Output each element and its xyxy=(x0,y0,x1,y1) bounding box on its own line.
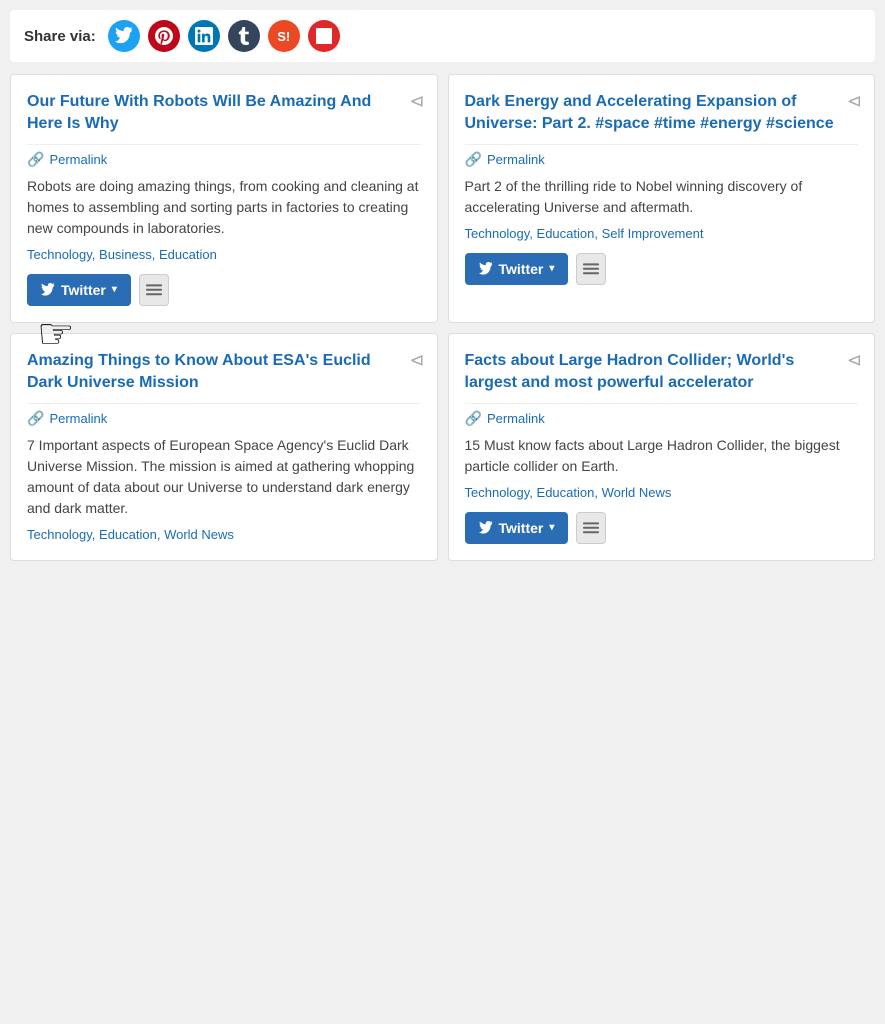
card-1-bookmark-icon[interactable]: ⊲ xyxy=(409,91,424,112)
permalink-1-icon: 🔗 xyxy=(27,151,44,168)
card-4-description: 15 Must know facts about Large Hadron Co… xyxy=(465,435,859,477)
card-2-bookmark-icon[interactable]: ⊲ xyxy=(847,91,862,112)
card-4-twitter-dropdown: ▾ xyxy=(549,522,554,533)
share-pinterest-icon[interactable] xyxy=(148,20,180,52)
card-2-footer: Twitter ▾ xyxy=(465,253,859,285)
card-4-twitter-button[interactable]: Twitter ▾ xyxy=(465,512,569,544)
card-2-twitter-dropdown: ▾ xyxy=(549,263,554,274)
card-2: Dark Energy and Accelerating Expansion o… xyxy=(448,74,876,323)
permalink-2-icon: 🔗 xyxy=(465,151,482,168)
card-1-permalink[interactable]: 🔗 Permalink xyxy=(27,144,421,168)
permalink-4-icon: 🔗 xyxy=(465,410,482,427)
card-1-tags[interactable]: Technology, Business, Education xyxy=(27,247,421,262)
card-4-footer: Twitter ▾ xyxy=(465,512,859,544)
card-4-title[interactable]: Facts about Large Hadron Collider; World… xyxy=(465,350,859,395)
permalink-3-icon: 🔗 xyxy=(27,410,44,427)
card-2-description: Part 2 of the thrilling ride to Nobel wi… xyxy=(465,176,859,218)
share-flipboard-icon[interactable] xyxy=(308,20,340,52)
card-2-twitter-button[interactable]: Twitter ▾ xyxy=(465,253,569,285)
card-1: Our Future With Robots Will Be Amazing A… xyxy=(10,74,438,323)
card-1-title[interactable]: Our Future With Robots Will Be Amazing A… xyxy=(27,91,421,136)
card-4-permalink[interactable]: 🔗 Permalink xyxy=(465,403,859,427)
share-bar: Share via: S! xyxy=(10,10,875,62)
card-2-more-button[interactable] xyxy=(576,253,606,285)
card-1-footer: Twitter ▾ ☞ xyxy=(27,274,421,306)
cards-grid: Our Future With Robots Will Be Amazing A… xyxy=(10,74,875,561)
card-1-twitter-button[interactable]: Twitter ▾ xyxy=(27,274,131,306)
card-1-twitter-dropdown: ▾ xyxy=(112,284,117,295)
card-3: Amazing Things to Know About ESA's Eucli… xyxy=(10,333,438,561)
card-3-title[interactable]: Amazing Things to Know About ESA's Eucli… xyxy=(27,350,421,395)
card-4-more-button[interactable] xyxy=(576,512,606,544)
card-3-bookmark-icon[interactable]: ⊲ xyxy=(409,350,424,371)
share-label: Share via: xyxy=(24,28,96,45)
card-2-title[interactable]: Dark Energy and Accelerating Expansion o… xyxy=(465,91,859,136)
share-linkedin-icon[interactable] xyxy=(188,20,220,52)
card-4-tags[interactable]: Technology, Education, World News xyxy=(465,485,859,500)
card-4: Facts about Large Hadron Collider; World… xyxy=(448,333,876,561)
share-stumble-icon[interactable]: S! xyxy=(268,20,300,52)
card-3-tags[interactable]: Technology, Education, World News xyxy=(27,527,421,542)
card-1-description: Robots are doing amazing things, from co… xyxy=(27,176,421,239)
card-2-tags[interactable]: Technology, Education, Self Improvement xyxy=(465,226,859,241)
card-2-permalink[interactable]: 🔗 Permalink xyxy=(465,144,859,168)
card-4-bookmark-icon[interactable]: ⊲ xyxy=(847,350,862,371)
card-3-permalink[interactable]: 🔗 Permalink xyxy=(27,403,421,427)
share-twitter-icon[interactable] xyxy=(108,20,140,52)
card-3-description: 7 Important aspects of European Space Ag… xyxy=(27,435,421,519)
card-1-more-button[interactable] xyxy=(139,274,169,306)
share-tumblr-icon[interactable] xyxy=(228,20,260,52)
